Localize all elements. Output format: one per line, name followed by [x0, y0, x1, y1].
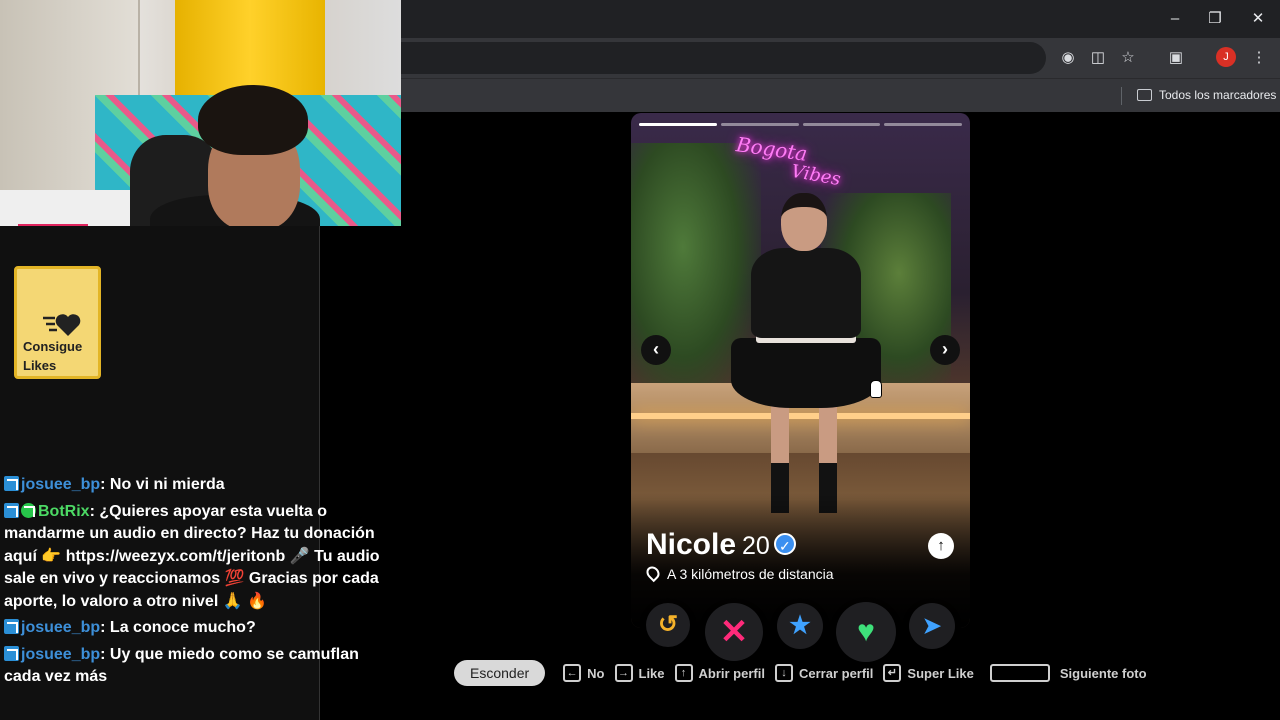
left-arrow-key-icon: ←	[563, 664, 582, 682]
screen: Consigue Likes josuee_bp: No vi ni mierd…	[0, 0, 1280, 720]
promo-card-label: Consigue Likes	[23, 339, 83, 373]
streamer	[150, 85, 320, 226]
hint-open-profile: ↑ Abrir perfil	[674, 664, 765, 682]
address-bar[interactable]	[401, 42, 1046, 74]
hand-cursor-icon	[870, 380, 882, 398]
chat-username[interactable]: BotRix	[38, 503, 90, 520]
browser-toolbar: ◉ ◫ ☆ ▣ J ⋮	[401, 38, 1280, 78]
hint-no: ← No	[563, 664, 605, 682]
cast-icon[interactable]: ◫	[1088, 48, 1108, 68]
location-icon[interactable]: ◉	[1058, 48, 1078, 68]
chat-username[interactable]: josuee_bp	[21, 646, 100, 663]
photo-indicator[interactable]	[720, 123, 799, 126]
extensions-icon[interactable]: ▣	[1166, 48, 1186, 68]
promo-card[interactable]: Consigue Likes	[14, 266, 101, 379]
profile-age: 20	[742, 532, 770, 560]
all-bookmarks-link[interactable]: Todos los marcadores	[1159, 88, 1276, 102]
space-key-icon	[989, 664, 1050, 682]
photo-indicator[interactable]	[802, 123, 881, 126]
up-arrow-key-icon: ↑	[674, 664, 693, 682]
hint-close-profile: ↓ Cerrar perfil	[774, 664, 873, 682]
vip-badge-icon	[4, 619, 19, 634]
vip-badge-icon	[4, 476, 19, 491]
profile-photo-subject	[711, 193, 891, 523]
chat-text: La conoce mucho?	[109, 619, 256, 636]
rewind-button[interactable]: ↺	[646, 603, 690, 647]
enter-key-icon: ↵	[883, 664, 902, 682]
chat-message: josuee_bp: La conoce mucho?	[4, 617, 384, 640]
boost-button[interactable]: ➤	[909, 603, 955, 649]
bot-badge-icon	[21, 502, 36, 518]
profile-name: Nicole	[646, 528, 737, 561]
minimize-button[interactable]: –	[1164, 8, 1186, 30]
profile-avatar[interactable]: J	[1216, 47, 1236, 67]
profile-card[interactable]: Bogota Vibes ‹ › Nicole 20 ✓ A 3 kilómetro…	[631, 113, 970, 628]
floor	[0, 190, 130, 226]
vip-badge-icon	[4, 645, 19, 661]
star-icon[interactable]: ☆	[1118, 48, 1138, 68]
chat-log: josuee_bp: No vi ni mierda BotRix: ¿Quie…	[4, 474, 384, 693]
vip-badge-icon	[4, 502, 19, 518]
next-photo-button[interactable]: ›	[930, 335, 960, 365]
chat-username[interactable]: josuee_bp	[21, 476, 100, 493]
hint-super-like: ↵ Super Like	[883, 664, 974, 682]
chat-message: josuee_bp: Uy que miedo como se camuflan…	[4, 645, 359, 685]
title-bar: – ❐ ✕	[401, 0, 1280, 38]
right-arrow-key-icon: →	[614, 664, 633, 682]
hint-next-photo: Siguiente foto	[984, 664, 1147, 682]
heart-speed-icon	[43, 314, 81, 336]
chat-message: BotRix: ¿Quieres apoyar esta vuelta o ma…	[4, 502, 380, 610]
menu-icon[interactable]: ⋮	[1249, 48, 1269, 68]
super-like-button[interactable]: ★	[777, 603, 823, 649]
photo-progress	[639, 123, 962, 127]
restore-button[interactable]: ❐	[1204, 8, 1226, 30]
photo-indicator[interactable]	[884, 123, 962, 126]
folder-icon[interactable]	[1137, 89, 1152, 101]
down-arrow-key-icon: ↓	[774, 664, 793, 682]
profile-name-row: Nicole 20 ✓	[646, 528, 796, 562]
divider	[1121, 87, 1122, 105]
profile-distance: A 3 kilómetros de distancia	[643, 563, 834, 583]
bookmarks-bar: Todos los marcadores	[401, 78, 1280, 112]
chat-text: No vi ni mierda	[109, 476, 225, 493]
close-button[interactable]: ✕	[1247, 8, 1269, 30]
previous-photo-button[interactable]: ‹	[641, 335, 671, 365]
like-button[interactable]: ♥	[836, 602, 896, 662]
nope-button[interactable]: ✕	[705, 603, 763, 661]
neon-sign: Vibes	[789, 160, 843, 191]
open-profile-button[interactable]: ↑	[928, 533, 954, 559]
photo-indicator[interactable]	[639, 123, 717, 126]
verified-icon: ✓	[773, 533, 796, 555]
webcam-feed	[0, 0, 401, 226]
chat-username[interactable]: josuee_bp	[21, 619, 100, 636]
browser-window: – ❐ ✕ ◉ ◫ ☆ ▣ J ⋮ Todos los marcadores B…	[401, 0, 1280, 720]
hide-hints-button[interactable]: Esconder	[454, 660, 546, 686]
hint-like: → Like	[614, 664, 665, 682]
chat-message: josuee_bp: No vi ni mierda	[4, 474, 384, 497]
keyboard-hints: Esconder ← No → Like ↑ Abrir perfil ↓ Cerrar…	[454, 660, 1157, 686]
location-pin-icon	[643, 563, 663, 583]
